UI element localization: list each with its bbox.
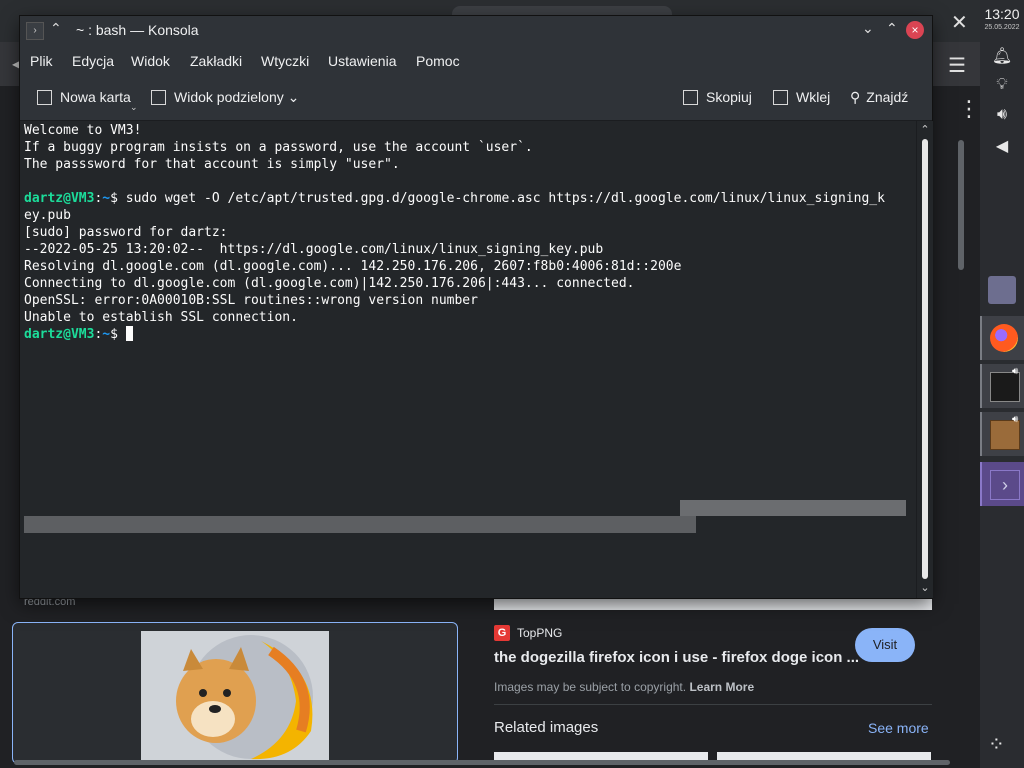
- command-text: sudo wget -O /etc/apt/trusted.gpg.d/goog…: [117, 191, 885, 206]
- new-tab-label: Nowa karta: [60, 89, 131, 105]
- split-view-label: Widok podzielony: [174, 89, 284, 105]
- task-konsole[interactable]: 🔊︎: [980, 364, 1024, 408]
- toolbar: Nowa karta ⌄ Widok podzielony ⌄ Skopiuj …: [20, 76, 932, 121]
- menu-zakladki[interactable]: Zakładki: [190, 53, 242, 69]
- title-bar[interactable]: › ⌃ ~ : bash — Konsola ⌄ ⌃ ×: [20, 16, 932, 46]
- menu-wtyczki[interactable]: Wtyczki: [261, 53, 309, 69]
- selected-image-result[interactable]: [12, 622, 458, 764]
- see-more-link[interactable]: See more: [868, 720, 929, 736]
- terminal-command-line: dartz@VM3:~$ sudo wget -O /etc/apt/trust…: [24, 190, 885, 207]
- render-artifact: [24, 516, 696, 533]
- terminal-prompt-line: dartz@VM3:~$: [24, 326, 133, 343]
- paste-button[interactable]: Wklej: [773, 89, 830, 105]
- horizontal-scrollbar[interactable]: [14, 760, 950, 765]
- terminal-line: Connecting to dl.google.com (dl.google.c…: [24, 276, 635, 291]
- clock-date: 25.05.2022: [984, 24, 1020, 31]
- search-icon: ⚲: [850, 89, 861, 105]
- folder-icon: [988, 276, 1016, 304]
- paste-icon: [773, 90, 788, 105]
- visit-button[interactable]: Visit: [855, 628, 915, 662]
- back-icon[interactable]: ◂: [12, 54, 20, 74]
- prompt-sign: $: [110, 191, 118, 206]
- hamburger-menu-icon[interactable]: ☰: [948, 53, 966, 78]
- terminal-line: If a buggy program insists on a password…: [24, 140, 533, 155]
- new-tab-dropdown-icon[interactable]: ⌄: [130, 102, 138, 113]
- render-artifact: [680, 500, 906, 516]
- copy-label: Skopiuj: [706, 89, 752, 105]
- copyright-notice: Images may be subject to copyright. Lear…: [494, 680, 754, 694]
- browser-close-icon[interactable]: ✕: [951, 10, 968, 35]
- text-cursor: [125, 326, 133, 341]
- source-favicon: G: [494, 625, 510, 641]
- find-label: Znajdź: [866, 89, 909, 105]
- audio-playing-icon: 🔊︎: [1012, 414, 1019, 425]
- related-images-heading: Related images: [494, 719, 599, 736]
- task-overflow[interactable]: ›: [980, 462, 1024, 506]
- menu-pomoc[interactable]: Pomoc: [416, 53, 460, 69]
- terminal-output[interactable]: Welcome to VM3! If a buggy program insis…: [20, 121, 916, 598]
- firefox-icon: [990, 324, 1018, 352]
- chevron-right-icon: ›: [990, 470, 1020, 500]
- menu-plik[interactable]: Plik: [30, 53, 53, 69]
- tray-expand-icon[interactable]: ◀: [990, 136, 1014, 156]
- terminal-line: OpenSSL: error:0A00010B:SSL routines::wr…: [24, 293, 478, 308]
- terminal-line: --2022-05-25 13:20:02-- https://dl.googl…: [24, 242, 604, 257]
- copy-button[interactable]: Skopiuj: [683, 89, 752, 105]
- notifications-icon[interactable]: 🔔︎: [990, 46, 1014, 66]
- maximize-icon[interactable]: ⌃: [886, 20, 898, 37]
- task-firefox[interactable]: [980, 316, 1024, 360]
- split-view-button[interactable]: Widok podzielony ⌄: [151, 89, 299, 106]
- preview-image: [494, 598, 932, 610]
- split-view-icon: [151, 90, 166, 105]
- task-minecraft[interactable]: 🔊︎: [980, 412, 1024, 456]
- prompt-user: dartz@VM3: [24, 327, 95, 342]
- find-button[interactable]: ⚲ Znajdź: [850, 89, 908, 106]
- new-tab-button[interactable]: Nowa karta: [37, 89, 131, 105]
- chevron-down-icon: ⌄: [287, 89, 300, 105]
- result-title[interactable]: the dogezilla firefox icon i use - firef…: [494, 649, 859, 666]
- menu-widok[interactable]: Widok: [131, 53, 170, 69]
- scroll-down-icon[interactable]: ⌄: [917, 581, 933, 594]
- menu-ustawienia[interactable]: Ustawienia: [328, 53, 396, 69]
- minimize-icon[interactable]: ⌄: [862, 20, 874, 37]
- source-name[interactable]: TopPNG: [517, 626, 562, 640]
- audio-playing-icon: 🔊︎: [1012, 366, 1019, 377]
- learn-more-link[interactable]: Learn More: [689, 680, 754, 694]
- close-window-button[interactable]: ×: [906, 21, 924, 39]
- task-file-manager[interactable]: [980, 268, 1024, 312]
- related-thumbnail[interactable]: [494, 752, 708, 760]
- window-title: ~ : bash — Konsola: [76, 22, 199, 38]
- scrollbar-thumb[interactable]: [922, 139, 928, 579]
- terminal-app-icon[interactable]: ›: [26, 22, 44, 40]
- new-tab-icon: [37, 90, 52, 105]
- terminal-line: ey.pub: [24, 208, 71, 223]
- copyright-text: Images may be subject to copyright.: [494, 680, 687, 694]
- related-thumbnail[interactable]: [717, 752, 931, 760]
- terminal-line: [sudo] password for dartz:: [24, 225, 228, 240]
- doge-firefox-image: [141, 631, 329, 763]
- prompt-sign: $: [110, 327, 118, 342]
- overview-icon[interactable]: ⁘: [988, 732, 1005, 757]
- terminal-line: The passsword for that account is simply…: [24, 157, 400, 172]
- prompt-path: ~: [102, 327, 111, 342]
- clock-time[interactable]: 13:20: [980, 6, 1024, 22]
- terminal-line: Resolving dl.google.com (dl.google.com).…: [24, 259, 682, 274]
- scroll-up-icon[interactable]: ⌃: [917, 123, 933, 136]
- menu-bar: Plik Edycja Widok Zakładki Wtyczki Ustaw…: [20, 46, 932, 76]
- volume-icon[interactable]: 🔊︎: [990, 106, 1014, 124]
- terminal-scrollbar[interactable]: ⌃ ⌄: [916, 121, 933, 598]
- prompt-user: dartz@VM3: [24, 191, 95, 206]
- kebab-menu-icon[interactable]: ⋮: [958, 98, 980, 120]
- prompt-path: ~: [102, 191, 111, 206]
- terminal-line: Unable to establish SSL connection.: [24, 310, 298, 325]
- konsole-window: › ⌃ ~ : bash — Konsola ⌄ ⌃ × Plik Edycja…: [20, 16, 933, 598]
- copy-icon: [683, 90, 698, 105]
- lightbulb-icon[interactable]: 💡︎: [990, 76, 1014, 94]
- terminal-line: Welcome to VM3!: [24, 123, 142, 138]
- divider: [494, 704, 932, 705]
- browser-scrollbar[interactable]: [958, 140, 964, 270]
- keep-above-icon[interactable]: ⌃: [50, 20, 62, 37]
- paste-label: Wklej: [796, 89, 831, 105]
- menu-edycja[interactable]: Edycja: [72, 53, 114, 69]
